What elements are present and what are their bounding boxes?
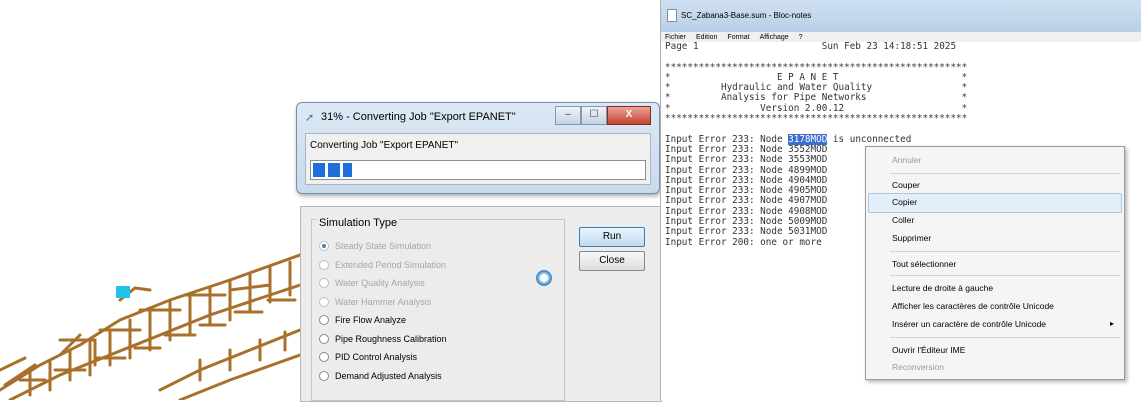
radio-icon <box>319 333 329 344</box>
app-icon: ➚ <box>305 112 315 124</box>
simulation-option[interactable]: Pipe Roughness Calibration <box>319 333 447 344</box>
simulation-dialog: Simulation Type Steady State Simulation E… <box>300 206 662 402</box>
context-menu-item: Reconversion <box>892 362 944 372</box>
notepad-line: ****************************************… <box>665 113 968 125</box>
simulation-type-title: Simulation Type <box>317 217 400 229</box>
simulation-option[interactable]: Demand Adjusted Analysis <box>319 370 442 381</box>
context-menu-item[interactable]: Supprimer <box>892 233 931 243</box>
network-map[interactable] <box>0 240 300 400</box>
simulation-option-label: Demand Adjusted Analysis <box>335 370 442 381</box>
context-menu-separator <box>890 275 1120 276</box>
submenu-arrow-icon: ▸ <box>1109 319 1114 328</box>
simulation-option-label: Fire Flow Analyze <box>335 315 407 325</box>
progress-panel: Converting Job "Export EPANET" <box>305 133 651 185</box>
notepad-title: SC_Zabana3-Base.sum - Bloc-notes <box>681 11 812 20</box>
notepad-menu-item[interactable]: ? <box>799 34 803 41</box>
radio-icon <box>319 296 329 307</box>
simulation-option: Water Hammer Analysis <box>319 296 432 307</box>
notepad-icon <box>667 9 677 22</box>
context-menu-item: Annuler <box>892 155 922 165</box>
progress-bar-fill <box>313 163 353 177</box>
context-menu-item[interactable]: Tout sélectionner <box>892 259 956 269</box>
busy-spinner-icon <box>536 270 552 286</box>
context-menu-item[interactable]: Afficher les caractères de contrôle Unic… <box>892 301 1054 311</box>
minimize-button[interactable]: – <box>555 106 581 125</box>
progress-bar <box>310 160 646 180</box>
radio-icon <box>319 241 329 251</box>
simulation-option-label: Extended Period Simulation <box>335 259 447 270</box>
context-menu-item[interactable]: Coller <box>892 215 914 225</box>
context-menu: Annuler Couper Copier Coller Supprimer Tout s… <box>865 146 1125 380</box>
notepad-titlebar: SC_Zabana3-Base.sum - Bloc-notes <box>661 0 1141 32</box>
radio-icon <box>319 352 329 362</box>
context-menu-separator <box>890 251 1120 252</box>
context-menu-item[interactable]: Insérer un caractère de contrôle Unicode <box>892 319 1046 329</box>
progress-window: ➚ 31% - Converting Job "Export EPANET" –… <box>296 102 660 194</box>
context-menu-separator <box>890 337 1120 338</box>
notepad-line: Page 1 Sun Feb 23 14:18:51 2025 <box>665 41 957 52</box>
radio-icon <box>319 370 329 381</box>
notepad-menu-item[interactable]: Affichage <box>760 34 789 41</box>
radio-icon <box>319 259 329 270</box>
simulation-option: Steady State Simulation <box>319 241 431 251</box>
simulation-option-label: Pipe Roughness Calibration <box>335 333 447 344</box>
simulation-option: Extended Period Simulation <box>319 259 447 270</box>
context-menu-separator <box>890 173 1120 174</box>
progress-label: Converting Job "Export EPANET" <box>310 140 459 151</box>
radio-icon <box>319 278 329 288</box>
simulation-option[interactable]: Fire Flow Analyze <box>319 315 406 325</box>
notepad-menu-item[interactable]: Fichier <box>665 34 686 41</box>
simulation-option: Water Quality Analysis <box>319 278 425 288</box>
close-button[interactable]: X <box>607 106 651 125</box>
run-button[interactable]: Run <box>579 227 645 247</box>
pipe-network <box>0 253 300 400</box>
window-controls: – ☐ X <box>555 106 651 125</box>
simulation-option-label: Steady State Simulation <box>335 241 432 251</box>
selected-node-marker[interactable] <box>116 286 130 298</box>
context-menu-item[interactable]: Lecture de droite à gauche <box>892 283 993 293</box>
context-menu-item[interactable]: Ouvrir l'Éditeur IME <box>892 345 965 355</box>
notepad-menu-item[interactable]: Format <box>727 34 749 41</box>
simulation-option-label: Water Hammer Analysis <box>335 296 432 307</box>
notepad-menu-item[interactable]: Edition <box>696 34 717 41</box>
maximize-button[interactable]: ☐ <box>581 106 607 125</box>
simulation-option-label: Water Quality Analysis <box>335 278 425 288</box>
simulation-option[interactable]: PID Control Analysis <box>319 352 417 362</box>
simulation-option-label: PID Control Analysis <box>335 352 418 362</box>
context-menu-item[interactable]: Copier <box>892 197 917 207</box>
context-menu-item[interactable]: Couper <box>892 180 920 190</box>
progress-window-title: 31% - Converting Job "Export EPANET" <box>321 111 516 123</box>
close-dialog-button[interactable]: Close <box>579 251 645 271</box>
network-map-canvas <box>0 253 300 400</box>
radio-icon <box>319 315 329 325</box>
